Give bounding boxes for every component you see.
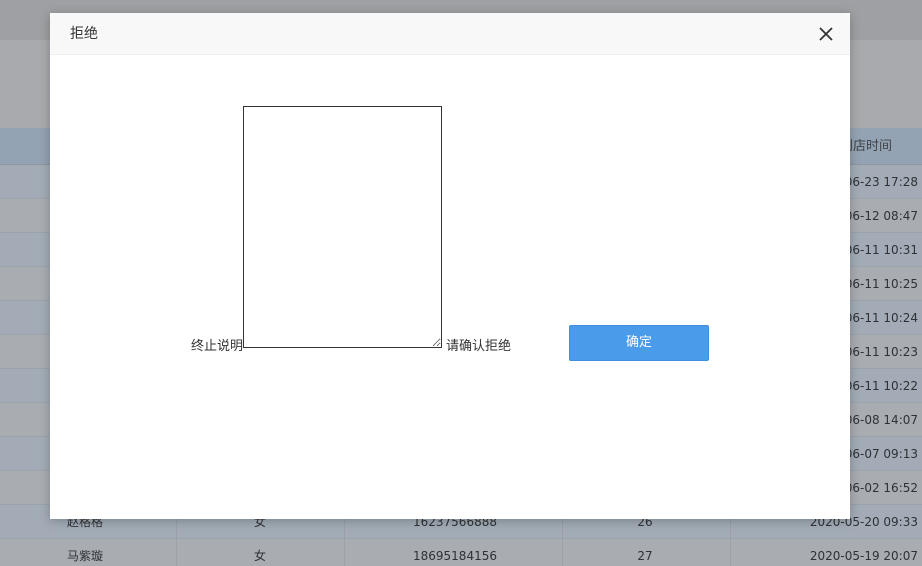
confirm-button[interactable]: 确定 [569,325,709,361]
gender-cell: 女 [253,549,266,563]
arrival-time-cell: 06-11 10:25 [844,277,918,291]
arrival-time-cell: 06-11 10:23 [844,345,918,359]
confirm-reject-text: 请确认拒绝 [446,339,512,354]
arrival-time-cell: 06-11 10:22 [844,379,918,393]
column-divider [730,539,731,566]
dialog-title: 拒绝 [70,26,98,42]
close-icon[interactable] [816,24,836,44]
phone-cell: 18695184156 [413,549,497,563]
arrival-time-cell: 06-08 14:07 [844,413,918,427]
arrival-time-cell: 2020-05-19 20:07 [809,549,918,563]
column-divider [344,539,345,566]
age-cell: 27 [637,549,653,563]
column-divider [562,539,563,566]
table-row: 马紫璇 女 18695184156 27 2020-05-19 20:07 [0,539,922,566]
arrival-time-cell: 06-11 10:24 [844,311,918,325]
column-divider [176,539,177,566]
arrival-time-cell: 06-12 08:47 [844,209,918,223]
arrival-time-cell: 06-11 10:31 [844,243,918,257]
arrival-time-cell: 06-23 17:28 [844,175,918,189]
name-cell: 马紫璇 [66,549,103,563]
arrival-time-cell: 06-07 09:13 [844,447,918,461]
arrival-time-cell: 06-02 16:52 [844,481,918,495]
termination-note-label: 终止说明 [191,339,244,354]
termination-note-textarea[interactable] [243,106,442,348]
reject-dialog: 拒绝 终止说明 请确认拒绝 确定 [50,13,850,519]
dialog-header: 拒绝 [50,13,850,55]
